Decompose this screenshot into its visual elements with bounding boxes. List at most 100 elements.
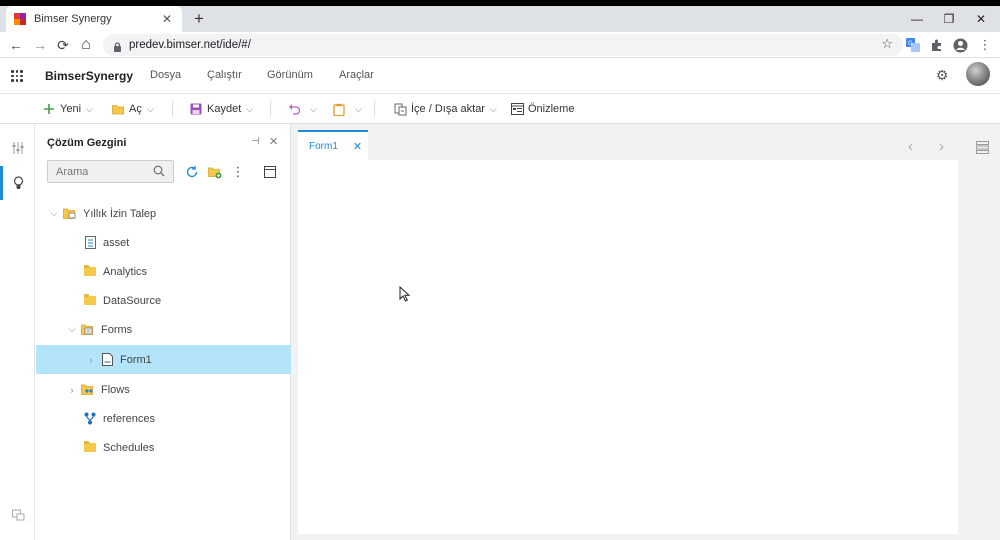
translate-extension-icon[interactable]: G [904, 36, 922, 54]
open-button[interactable]: Aç ⌵ [111, 101, 154, 117]
add-folder-icon[interactable] [207, 164, 223, 180]
menu-calistir[interactable]: Çalıştır [207, 69, 242, 81]
tree-item-label: Flows [101, 383, 130, 396]
preview-icon [510, 102, 524, 116]
folder-icon [83, 294, 97, 308]
preview-button[interactable]: Önizleme [510, 101, 574, 117]
close-icon[interactable]: ✕ [269, 135, 278, 148]
star-icon[interactable]: ☆ [881, 36, 893, 52]
open-folder-icon [111, 102, 125, 116]
chevron-right-icon[interactable]: › [86, 355, 96, 365]
chevron-right-icon[interactable]: › [67, 385, 77, 395]
tab-form1[interactable]: Form1 ✕ [298, 130, 368, 160]
explorer-title: Çözüm Gezgini [47, 137, 127, 149]
search-icon[interactable] [153, 165, 166, 178]
chevron-left-icon[interactable]: ‹ [908, 138, 913, 155]
extensions-puzzle-icon[interactable] [928, 36, 946, 54]
form-designer-canvas[interactable] [298, 160, 958, 534]
window-close-button[interactable]: ✕ [962, 6, 1000, 32]
save-label: Kaydet [207, 103, 242, 115]
refresh-icon[interactable] [184, 164, 200, 180]
collapse-all-icon[interactable] [262, 164, 278, 180]
gear-icon[interactable]: ⚙ [934, 67, 950, 83]
chevron-down-icon: ⌵ [246, 103, 254, 114]
tree-item-label: Forms [101, 323, 133, 336]
save-icon [189, 102, 203, 116]
import-export-icon [393, 102, 407, 116]
tab-close-icon[interactable]: ✕ [160, 12, 174, 26]
tree-item-label: Yıllık İzin Talep [83, 207, 157, 220]
browser-address-bar: ← → ⟳ ⌂ predev.bimser.net/ide/#/ ☆ G ⋮ [0, 32, 1000, 58]
form-file-icon [100, 353, 114, 367]
new-button[interactable]: Yeni ⌵ [42, 101, 93, 117]
profile-icon[interactable] [951, 36, 969, 54]
url-field[interactable]: predev.bimser.net/ide/#/ ☆ [103, 34, 903, 56]
clipboard-button[interactable]: ⌵ [332, 101, 362, 117]
tree-item-asset[interactable]: asset [36, 228, 291, 257]
left-activity-rail [0, 124, 35, 540]
browser-tab-title: Bimser Synergy [34, 13, 112, 25]
chevron-right-icon[interactable]: › [939, 138, 944, 155]
toolbar-divider [270, 101, 271, 117]
tree-item-project[interactable]: ⌵ Yıllık İzin Talep [36, 199, 291, 228]
references-icon [83, 412, 97, 426]
browser-tab[interactable]: Bimser Synergy ✕ [6, 6, 182, 32]
chevron-down-icon: ⌵ [355, 103, 362, 114]
right-rail [965, 124, 1000, 540]
flows-folder-icon [81, 383, 95, 397]
back-button[interactable]: ← [6, 35, 26, 55]
tree-item-forms[interactable]: ⌵ Forms [36, 315, 291, 344]
import-export-label: İçe / Dışa aktar [411, 103, 485, 115]
new-tab-button[interactable]: + [189, 9, 209, 29]
browser-menu-icon[interactable]: ⋮ [976, 36, 994, 54]
tree-item-label: Analytics [103, 265, 148, 278]
bimser-favicon-icon [14, 13, 26, 25]
reload-button[interactable]: ⟳ [53, 35, 73, 55]
new-label: Yeni [60, 103, 82, 115]
database-icon[interactable] [10, 507, 26, 523]
pin-icon[interactable]: ⊣ [251, 136, 260, 147]
solution-explorer-icon[interactable] [10, 175, 26, 191]
forms-folder-icon [81, 323, 95, 337]
explorer-search[interactable] [47, 160, 174, 183]
menu-dosya[interactable]: Dosya [150, 69, 181, 81]
clipboard-icon [332, 102, 346, 116]
tree-item-references[interactable]: references [36, 404, 291, 433]
avatar[interactable] [966, 62, 990, 86]
apps-grid-icon[interactable] [11, 70, 23, 82]
folder-icon [83, 441, 97, 455]
tree-item-label: DataSource [103, 294, 162, 307]
tree-item-datasource[interactable]: DataSource [36, 286, 291, 315]
home-button[interactable]: ⌂ [76, 35, 96, 55]
toolbar-divider [374, 101, 375, 117]
import-export-button[interactable]: İçe / Dışa aktar ⌵ [393, 101, 497, 117]
chevron-down-icon: ⌵ [146, 103, 154, 114]
components-icon[interactable] [10, 140, 26, 156]
chevron-down-icon: ⌵ [86, 103, 93, 114]
close-icon[interactable]: ✕ [353, 140, 362, 153]
more-options-icon[interactable]: ⋮ [230, 164, 246, 180]
lock-icon [113, 41, 122, 52]
menu-gorunum[interactable]: Görünüm [267, 69, 313, 81]
undo-button[interactable]: ⌵ [287, 101, 317, 117]
chevron-down-icon[interactable]: ⌵ [49, 208, 59, 219]
app-header: BimserSynergy Dosya Çalıştır Görünüm Ara… [0, 58, 1000, 94]
active-rail-indicator [0, 166, 3, 200]
solution-explorer-panel: Çözüm Gezgini ⊣ ✕ ⋮ ⌵ Yıllık İzin Talep … [36, 124, 291, 540]
tree-item-form1[interactable]: › Form1 [36, 345, 291, 374]
main-toolbar: Yeni ⌵ Aç ⌵ Kaydet ⌵ ⌵ ⌵ İçe / Dışa akta… [0, 94, 1000, 124]
project-icon [63, 207, 77, 221]
preview-label: Önizleme [528, 103, 575, 115]
save-button[interactable]: Kaydet ⌵ [189, 101, 253, 117]
tree-item-analytics[interactable]: Analytics [36, 257, 291, 286]
chevron-down-icon[interactable]: ⌵ [67, 324, 77, 335]
tree-item-flows[interactable]: › Flows [36, 375, 291, 404]
properties-icon[interactable] [976, 141, 989, 157]
folder-icon [83, 265, 97, 279]
search-input[interactable] [48, 161, 148, 182]
mouse-cursor-icon [399, 285, 411, 305]
menu-araclar[interactable]: Araçlar [339, 69, 374, 81]
tree-item-schedules[interactable]: Schedules [36, 433, 291, 462]
tree-item-label: Schedules [103, 441, 155, 454]
forward-button[interactable]: → [30, 35, 50, 55]
